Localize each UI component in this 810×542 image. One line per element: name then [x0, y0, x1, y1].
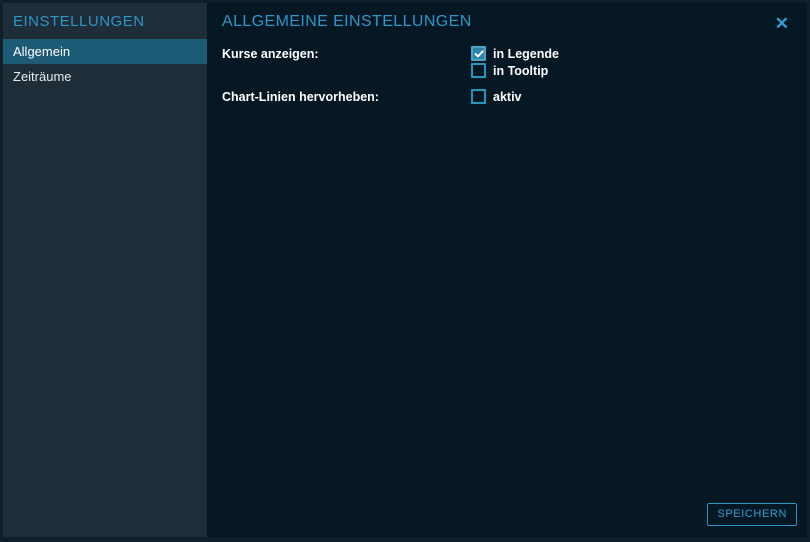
setting-label-kurse-anzeigen: Kurse anzeigen: — [207, 46, 471, 62]
save-button[interactable]: SPEICHERN — [707, 503, 797, 526]
setting-row-chart-linien: Chart-Linien hervorheben: aktiv — [207, 89, 807, 106]
settings-dialog: EINSTELLUNGEN Allgemein Zeiträume ALLGEM… — [0, 0, 810, 542]
option-in-tooltip[interactable]: in Tooltip — [471, 63, 559, 78]
close-icon[interactable]: ✕ — [772, 13, 792, 34]
checkbox-label-in-legende: in Legende — [493, 47, 559, 61]
checkbox-in-legende[interactable] — [471, 46, 486, 61]
setting-label-chart-linien: Chart-Linien hervorheben: — [207, 89, 471, 105]
sidebar-item-zeitraeume[interactable]: Zeiträume — [3, 64, 207, 89]
setting-row-kurse-anzeigen: Kurse anzeigen: in Legende — [207, 46, 807, 80]
checkbox-aktiv[interactable] — [471, 89, 486, 104]
option-aktiv[interactable]: aktiv — [471, 89, 522, 104]
sidebar-nav: Allgemein Zeiträume — [3, 39, 207, 89]
checkbox-label-in-tooltip: in Tooltip — [493, 64, 548, 78]
panel-header: ALLGEMEINE EINSTELLUNGEN ✕ — [207, 3, 807, 34]
option-in-legende[interactable]: in Legende — [471, 46, 559, 61]
sidebar-title: EINSTELLUNGEN — [3, 3, 207, 39]
options-group: in Legende in Tooltip — [471, 46, 559, 80]
checkbox-in-tooltip[interactable] — [471, 63, 486, 78]
settings-form: Kurse anzeigen: in Legende — [207, 46, 807, 106]
sidebar: EINSTELLUNGEN Allgemein Zeiträume — [3, 3, 207, 537]
page-title: ALLGEMEINE EINSTELLUNGEN — [222, 13, 472, 31]
check-icon — [474, 50, 484, 58]
checkbox-label-aktiv: aktiv — [493, 90, 522, 104]
main-panel: ALLGEMEINE EINSTELLUNGEN ✕ Kurse anzeige… — [207, 3, 807, 537]
options-group: aktiv — [471, 89, 522, 106]
sidebar-item-allgemein[interactable]: Allgemein — [3, 39, 207, 64]
